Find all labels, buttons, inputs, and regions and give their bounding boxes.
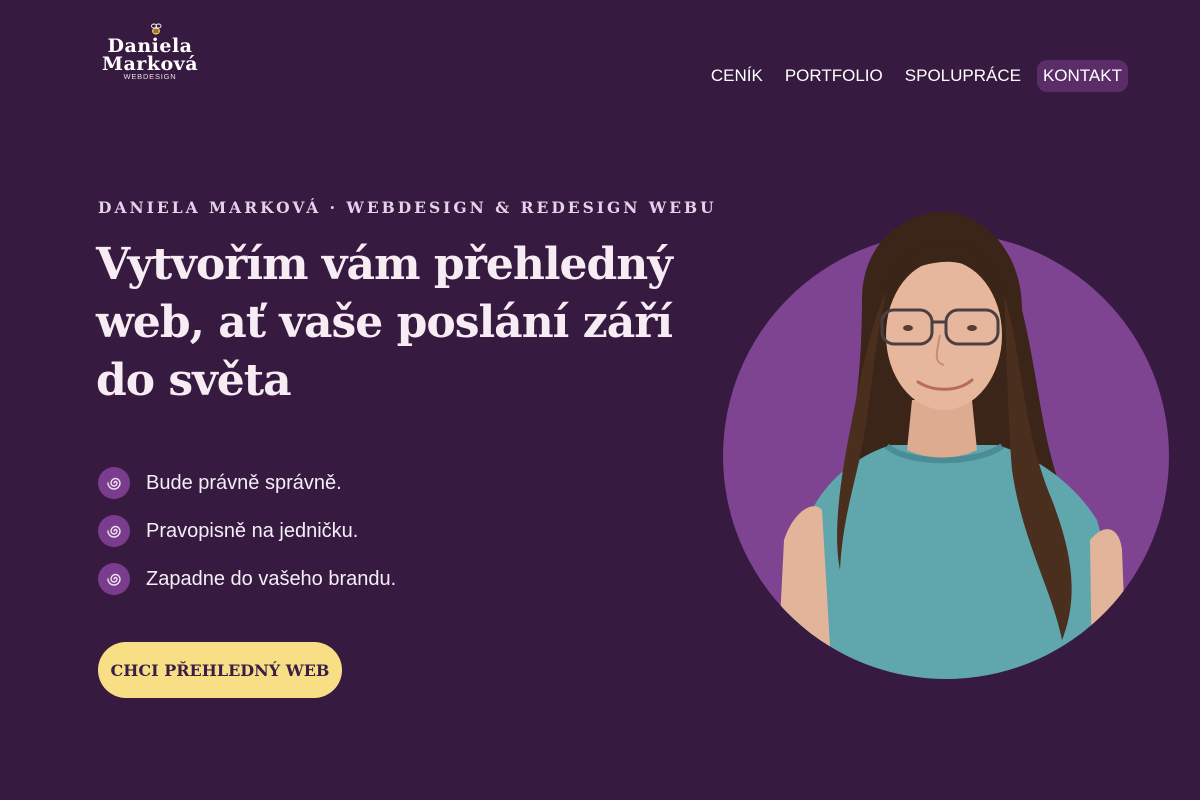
nav-item-kontakt[interactable]: KONTAKT [1036,60,1128,92]
cta-button[interactable]: CHCI PŘEHLEDNÝ WEB [98,642,342,698]
logo-name-last: Marková [101,53,199,75]
main-nav: CENÍK PORTFOLIO SPOLUPRÁCE KONTAKT [705,60,1128,92]
spiral-icon [98,563,130,595]
spiral-icon [98,467,130,499]
benefit-text: Zapadne do vašeho brandu. [146,567,397,590]
site-logo[interactable]: Daniela Marková WEBDESIGN [100,22,200,84]
benefit-list: Bude právně správně. Pravopisně na jedni… [98,459,396,603]
portrait-photo [723,211,1169,679]
benefit-item: Bude právně správně. [98,459,396,507]
bee-icon [151,23,162,35]
hero-headline: Vytvořím vám přehledný web, ať vaše posl… [96,239,673,406]
logo-subtitle: WEBDESIGN [123,72,177,81]
nav-item-spoluprace[interactable]: SPOLUPRÁCE [899,60,1027,92]
hero-kicker: DANIELA MARKOVÁ · WEBDESIGN & REDESIGN W… [98,198,717,217]
nav-item-cenik[interactable]: CENÍK [705,60,769,92]
spiral-icon [98,515,130,547]
benefit-item: Pravopisně na jedničku. [98,507,396,555]
benefit-text: Pravopisně na jedničku. [146,519,359,542]
benefit-text: Bude právně správně. [146,471,342,494]
benefit-item: Zapadne do vašeho brandu. [98,555,396,603]
nav-item-portfolio[interactable]: PORTFOLIO [779,60,889,92]
